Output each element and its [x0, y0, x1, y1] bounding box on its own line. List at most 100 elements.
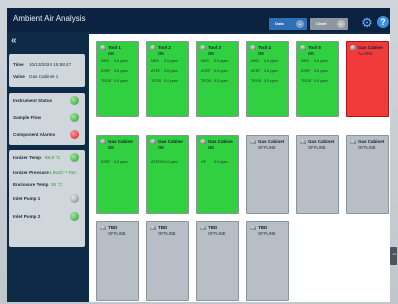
- tile-reading-row: TEOS 0.0 ppm: [99, 78, 136, 85]
- sample-flow-indicator: [70, 113, 79, 122]
- tile-2[interactable]: Tool 2 OK NH3 0.0 ppm ATEF 0.0 ppm TEOS 0.0 ppm: [146, 41, 189, 117]
- reading-value: 0.0 ppm: [114, 69, 128, 73]
- gear-icon[interactable]: ⚙: [360, 16, 374, 30]
- reading-value: 0.0 ppm: [314, 59, 328, 63]
- tile-status: OK: [158, 51, 165, 56]
- ionizer-temp-value: 88.8 °C: [45, 155, 61, 160]
- tile-reading-row: ATEF 0.0 ppm: [99, 159, 136, 166]
- reading-name: NH3: [151, 59, 159, 63]
- tile-status: OK: [108, 51, 115, 56]
- enclosure-temp-value: 35 °C: [51, 182, 63, 187]
- sensor-lamp-icon: [300, 139, 306, 144]
- reading-value: 0.0 ppm: [164, 160, 178, 164]
- reading-value: 0.0 ppm: [264, 59, 278, 63]
- sensor-lamp-icon: [200, 139, 206, 144]
- reading-name: TEOS: [251, 79, 262, 83]
- enclosure-temp-label: Enclosure Temp: [13, 182, 49, 187]
- reading-name: NH3: [251, 59, 259, 63]
- tile-reading-row: NH3 0.0 ppm: [149, 58, 186, 65]
- reading-name: ATEF: [301, 69, 311, 73]
- tile-14[interactable]: TBD OFFLINE: [146, 221, 189, 301]
- tile-16[interactable]: TBD OFFLINE: [246, 221, 289, 301]
- component-alarms-label: Component Alarms: [13, 132, 56, 137]
- ionizer-pressure-label: Ionizer Pressure: [13, 170, 49, 175]
- chart-view-toggle[interactable]: Chart ⌄: [310, 18, 348, 30]
- sensor-lamp-icon: [250, 225, 256, 230]
- tile-name: TBD: [158, 225, 168, 230]
- chart-toggle-label: Chart: [316, 21, 327, 26]
- tile-name: Gas Cabine: [108, 139, 133, 144]
- tile-reading-row: HF 0.0 ppm: [199, 159, 236, 166]
- reading-name: TEOS: [151, 79, 162, 83]
- sensor-lamp-icon: [150, 139, 156, 144]
- help-icon[interactable]: ?: [377, 16, 389, 28]
- data-view-toggle[interactable]: Data ⌄: [269, 18, 307, 30]
- tile-reading-row: NH3 0.0 ppm: [299, 58, 336, 65]
- tile-reading-row: TEOS 0.0 ppm: [199, 78, 236, 85]
- reading-name: ATEF: [151, 69, 161, 73]
- tile-status: OK: [258, 51, 265, 56]
- tile-name: Gas Cabine: [208, 139, 233, 144]
- sensor-lamp-icon: [300, 45, 306, 50]
- reading-name: ATEF: [201, 69, 211, 73]
- tile-name: Tool 2: [158, 45, 171, 50]
- sensor-lamp-icon: [250, 45, 256, 50]
- tile-name: Gas Cabinet: [358, 139, 385, 144]
- tile-name: Gas Cabinet: [258, 139, 285, 144]
- tile-12[interactable]: Gas Cabinet OFFLINE: [346, 135, 389, 214]
- reading-name: TEOS: [101, 79, 112, 83]
- reading-name: ATEOS: [151, 160, 164, 164]
- collapse-sidebar-icon[interactable]: «: [11, 35, 17, 46]
- tile-4[interactable]: Tool 4 OK NH3 0.0 ppm ATEF 0.0 ppm TEOS 0.0 ppm: [246, 41, 289, 117]
- tile-13[interactable]: TBD OFFLINE: [96, 221, 139, 301]
- reading-name: NH3: [101, 59, 109, 63]
- sensor-lamp-icon: [100, 225, 106, 230]
- tile-3[interactable]: Tool 3 OK NH3 0.0 ppm ATEF 0.0 ppm TEOS 0.0 ppm: [196, 41, 239, 117]
- tile-status: OFFLINE: [308, 145, 326, 150]
- sensor-lamp-icon: [150, 45, 156, 50]
- tile-name: TBD: [258, 225, 268, 230]
- tile-11[interactable]: Gas Cabinet OFFLINE: [296, 135, 339, 214]
- tile-9[interactable]: Gas Cabine OK HF 0.0 ppm: [196, 135, 239, 214]
- tile-name: Gas Cabine: [358, 45, 383, 50]
- ionizer-temp-label: Ionizer Temp: [13, 155, 41, 160]
- ionizer-temp-indicator: [70, 153, 79, 162]
- tile-15[interactable]: TBD OFFLINE: [196, 221, 239, 301]
- instrument-status-indicator: [70, 96, 79, 105]
- reading-value: 0.0 ppm: [114, 79, 128, 83]
- app-title: Ambient Air Analysis: [13, 14, 86, 23]
- tile-8[interactable]: Gas Cabine OK ATEOS 0.0 ppm: [146, 135, 189, 214]
- tile-reading-row: ATEF 0.0 ppm: [149, 68, 186, 75]
- side-panel-handle[interactable]: ⇔: [390, 247, 398, 265]
- tile-5[interactable]: Tool 5 OK NH3 0.0 ppm ATEF 0.0 ppm TEOS 0.0 ppm: [296, 41, 339, 117]
- reading-value: 0.0 ppm: [164, 79, 178, 83]
- tile-7[interactable]: Gas Cabine OK ATEF 0.0 ppm: [96, 135, 139, 214]
- tile-reading-row: TEOS 0.0 ppm: [299, 78, 336, 85]
- tile-reading-row: NH3 0.0 ppm: [249, 58, 286, 65]
- reading-name: ATEF: [101, 160, 111, 164]
- tile-name: Tool 1: [108, 45, 121, 50]
- tile-name: TBD: [208, 225, 218, 230]
- data-toggle-label: Data: [275, 21, 284, 26]
- tile-reading-row: NH3 0.0 ppm: [99, 58, 136, 65]
- tile-6[interactable]: Gas Cabine ALARM: [346, 41, 389, 117]
- sensor-lamp-icon: [200, 45, 206, 50]
- component-alarms-indicator: [70, 130, 79, 139]
- tile-name: Gas Cabine: [158, 139, 183, 144]
- valve-value: Gas Cabinet 1: [29, 74, 59, 79]
- sidebar: « Time 10/13/2024 15:58:47 Valve Gas Cab…: [7, 34, 87, 302]
- reading-value: 0.0 ppm: [214, 59, 228, 63]
- tile-1[interactable]: Tool 1 OK NH3 0.0 ppm ATEF 0.0 ppm TEOS 0.0 ppm: [96, 41, 139, 117]
- chevron-down-icon: ⌄: [296, 20, 304, 28]
- reading-value: 0.0 ppm: [164, 69, 178, 73]
- sample-flow-label: Sample Flow: [13, 115, 42, 120]
- tile-status: OFFLINE: [108, 231, 126, 236]
- tile-reading-row: TEOS 0.0 ppm: [149, 78, 186, 85]
- tile-reading-row: ATEF 0.0 ppm: [199, 68, 236, 75]
- tile-reading-row: ATEF 0.0 ppm: [299, 68, 336, 75]
- tile-status: ALARM: [358, 51, 373, 56]
- reading-name: ATEF: [251, 69, 261, 73]
- tile-status: OFFLINE: [208, 231, 226, 236]
- tile-10[interactable]: Gas Cabinet OFFLINE: [246, 135, 289, 214]
- title-bar: Ambient Air Analysis Data ⌄ Chart ⌄ ⚙ ?: [7, 8, 390, 32]
